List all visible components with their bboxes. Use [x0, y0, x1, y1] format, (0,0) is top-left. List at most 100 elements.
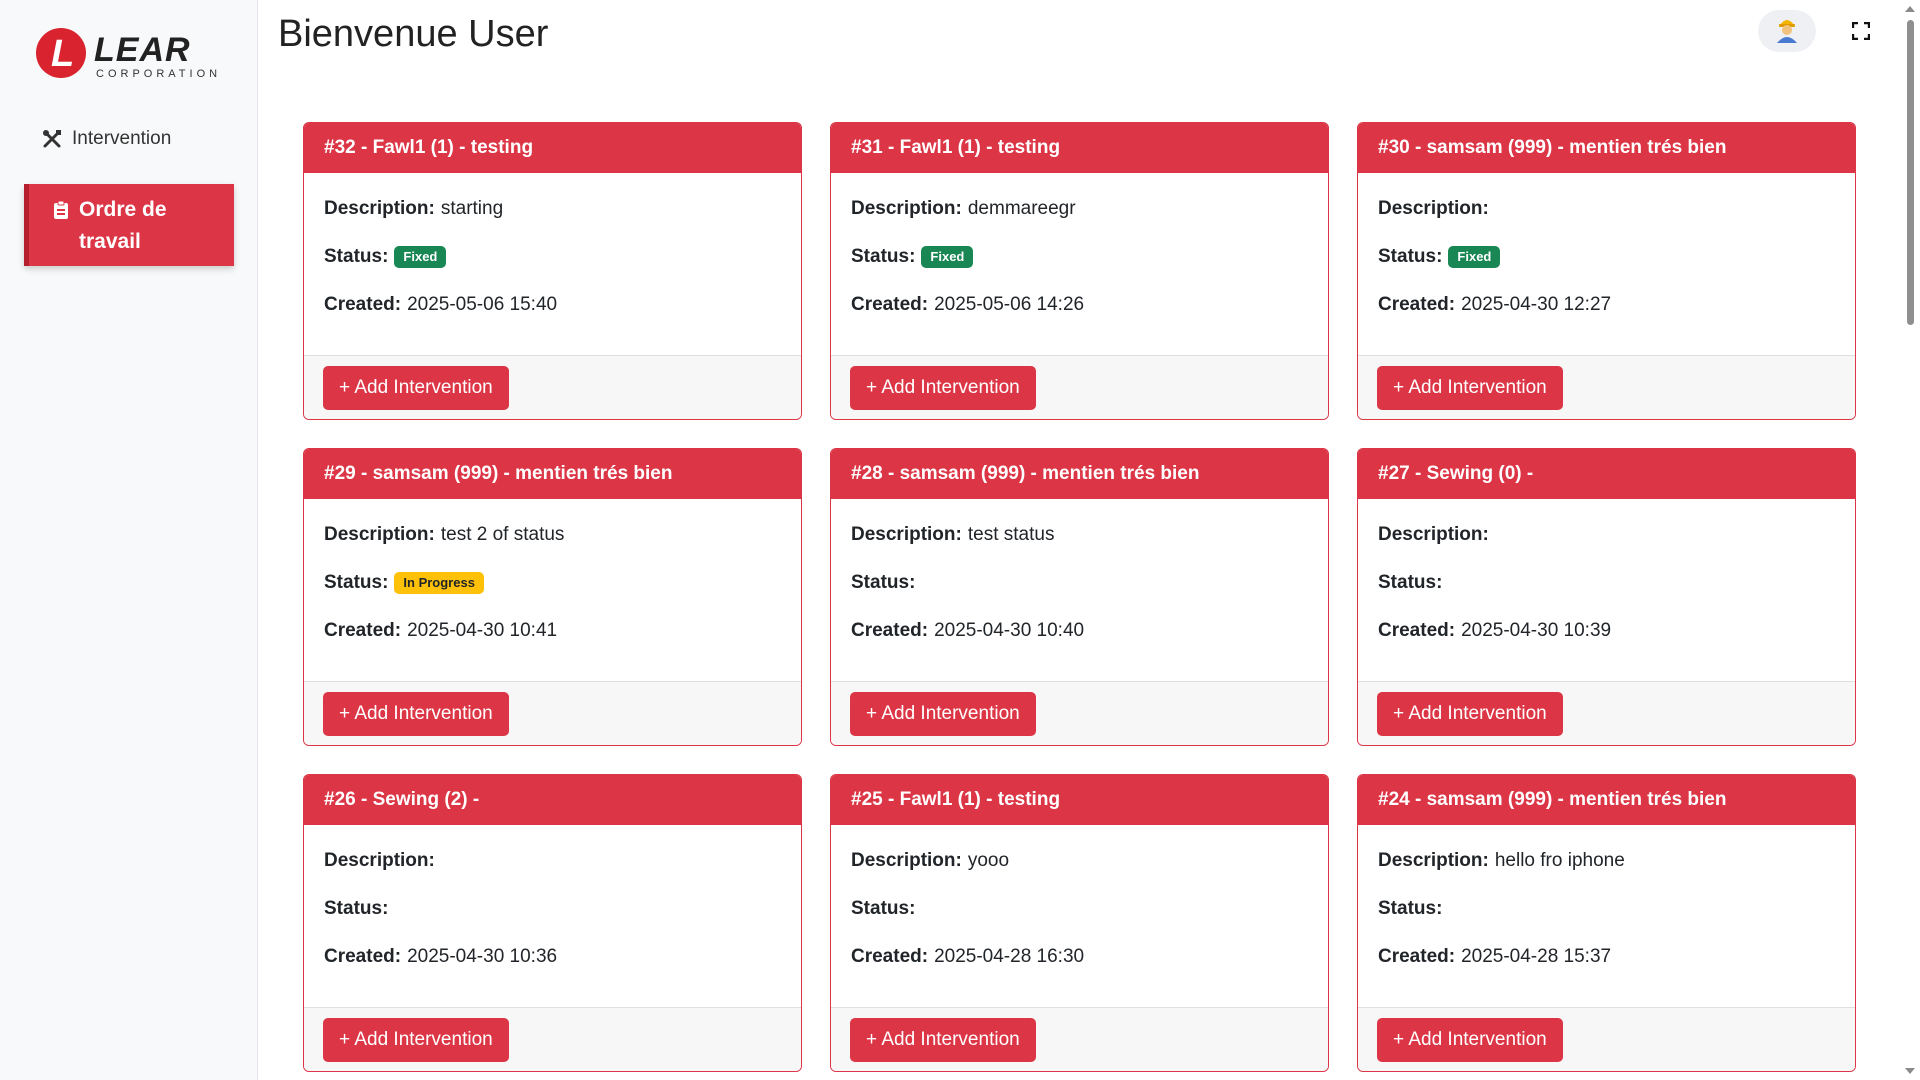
scroll-up-arrow-icon[interactable] [1905, 6, 1915, 12]
work-orders-grid: #32 - Fawl1 (1) - testing Description: st… [303, 122, 1859, 1072]
created-value: 2025-04-30 10:39 [1461, 620, 1612, 641]
status-label: Status: [851, 898, 916, 919]
worker-avatar-icon [1774, 15, 1800, 48]
logo-mark: L [36, 28, 86, 78]
card-footer: + Add Intervention [304, 355, 801, 419]
card-footer: + Add Intervention [304, 681, 801, 745]
created-row: Created: 2025-04-30 10:41 [324, 619, 781, 643]
description-value: test 2 of status [440, 524, 565, 545]
logo-wordmark: LEAR [94, 31, 191, 69]
work-order-card: #29 - samsam (999) - mentien trés bien D… [303, 448, 802, 746]
created-value: 2025-04-30 10:41 [407, 620, 558, 641]
add-intervention-button[interactable]: + Add Intervention [850, 691, 1036, 736]
created-value: 2025-04-28 15:37 [1461, 946, 1612, 967]
card-body: Description: starting Status: Fixed Create… [304, 173, 801, 355]
created-value: 2025-04-30 10:40 [934, 620, 1085, 641]
clipboard-icon [53, 200, 69, 220]
created-row: Created: 2025-04-30 10:36 [324, 945, 781, 969]
created-label: Created: [1378, 620, 1456, 641]
description-row: Description: yooo [851, 849, 1308, 873]
add-intervention-button[interactable]: + Add Intervention [1377, 365, 1563, 410]
created-label: Created: [324, 620, 402, 641]
sidebar-item-intervention[interactable]: Intervention [24, 122, 234, 156]
user-avatar[interactable] [1758, 10, 1816, 52]
description-value: starting [440, 198, 504, 219]
card-title: #32 - Fawl1 (1) - testing [304, 123, 801, 173]
card-footer: + Add Intervention [831, 681, 1328, 745]
vertical-scrollbar[interactable] [1900, 0, 1920, 1080]
card-body: Description: test 2 of status Status: In P… [304, 499, 801, 681]
work-order-card: #28 - samsam (999) - mentien trés bien D… [830, 448, 1329, 746]
created-row: Created: 2025-04-30 12:27 [1378, 293, 1835, 317]
status-label: Status: [851, 246, 916, 267]
add-intervention-button[interactable]: + Add Intervention [850, 1017, 1036, 1062]
add-intervention-button[interactable]: + Add Intervention [323, 365, 509, 410]
status-row: Status: [851, 571, 1308, 595]
created-row: Created: 2025-04-28 16:30 [851, 945, 1308, 969]
card-title: #26 - Sewing (2) - [304, 775, 801, 825]
card-body: Description: Status: Created: 2025-04-30 … [1358, 499, 1855, 681]
description-row: Description: demmareegr [851, 197, 1308, 221]
description-label: Description: [324, 198, 435, 219]
description-label: Description: [851, 850, 962, 871]
status-badge: Fixed [394, 246, 447, 268]
card-body: Description: demmareegr Status: Fixed Crea… [831, 173, 1328, 355]
lear-logo[interactable]: L LEAR CORPORATION [36, 26, 226, 82]
work-order-card: #31 - Fawl1 (1) - testing Description: de… [830, 122, 1329, 420]
description-row: Description: starting [324, 197, 781, 221]
created-row: Created: 2025-04-30 10:40 [851, 619, 1308, 643]
status-row: Status: Fixed [1378, 245, 1835, 269]
status-label: Status: [1378, 898, 1443, 919]
card-title: #25 - Fawl1 (1) - testing [831, 775, 1328, 825]
card-title: #30 - samsam (999) - mentien trés bien [1358, 123, 1855, 173]
created-label: Created: [851, 294, 929, 315]
fullscreen-icon [1851, 21, 1871, 45]
description-label: Description: [851, 198, 962, 219]
description-label: Description: [851, 524, 962, 545]
add-intervention-button[interactable]: + Add Intervention [1377, 691, 1563, 736]
add-intervention-button[interactable]: + Add Intervention [323, 691, 509, 736]
created-label: Created: [1378, 946, 1456, 967]
status-row: Status: [851, 897, 1308, 921]
page-title: Bienvenue User [278, 13, 549, 55]
card-footer: + Add Intervention [1358, 681, 1855, 745]
description-label: Description: [324, 524, 435, 545]
work-order-card: #26 - Sewing (2) - Description: Status: … [303, 774, 802, 1072]
logo-subtitle: CORPORATION [96, 68, 222, 80]
created-value: 2025-05-06 14:26 [934, 294, 1085, 315]
created-value: 2025-04-28 16:30 [934, 946, 1085, 967]
sidebar-item-label: Ordre de travail [79, 198, 167, 253]
add-intervention-button[interactable]: + Add Intervention [323, 1017, 509, 1062]
status-row: Status: [1378, 897, 1835, 921]
description-value: yooo [967, 850, 1010, 871]
description-row: Description: hello fro iphone [1378, 849, 1835, 873]
sidebar-item-ordre-de-travail[interactable]: Ordre de travail [24, 184, 234, 266]
card-body: Description: Status: Created: 2025-04-30 … [304, 825, 801, 1007]
created-label: Created: [324, 946, 402, 967]
status-label: Status: [324, 898, 389, 919]
work-order-card: #30 - samsam (999) - mentien trés bien D… [1357, 122, 1856, 420]
description-label: Description: [324, 850, 435, 871]
description-value: hello fro iphone [1494, 850, 1625, 871]
created-value: 2025-04-30 10:36 [407, 946, 558, 967]
created-row: Created: 2025-05-06 14:26 [851, 293, 1308, 317]
tools-icon [42, 129, 62, 149]
created-row: Created: 2025-04-30 10:39 [1378, 619, 1835, 643]
fullscreen-button[interactable] [1848, 20, 1874, 46]
status-badge: Fixed [921, 246, 974, 268]
add-intervention-button[interactable]: + Add Intervention [850, 365, 1036, 410]
description-row: Description: test 2 of status [324, 523, 781, 547]
add-intervention-button[interactable]: + Add Intervention [1377, 1017, 1563, 1062]
description-label: Description: [1378, 198, 1489, 219]
sidebar-item-label: Intervention [72, 128, 172, 149]
description-value: test status [967, 524, 1055, 545]
description-label: Description: [1378, 850, 1489, 871]
created-label: Created: [851, 620, 929, 641]
work-order-card: #27 - Sewing (0) - Description: Status: … [1357, 448, 1856, 746]
card-title: #31 - Fawl1 (1) - testing [831, 123, 1328, 173]
description-row: Description: [1378, 523, 1835, 547]
card-body: Description: Status: Fixed Created: 2025-0… [1358, 173, 1855, 355]
scroll-thumb[interactable] [1907, 20, 1914, 325]
scroll-down-arrow-icon[interactable] [1905, 1068, 1915, 1074]
status-row: Status: Fixed [324, 245, 781, 269]
